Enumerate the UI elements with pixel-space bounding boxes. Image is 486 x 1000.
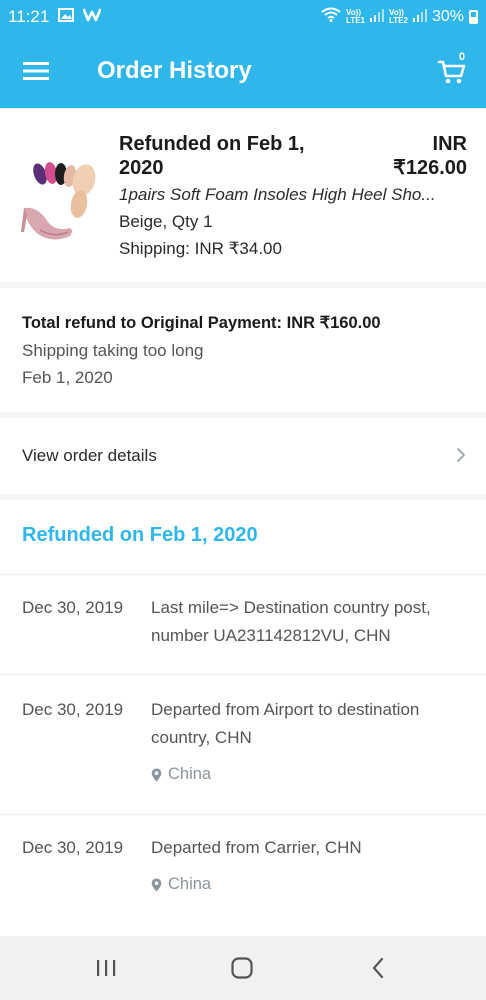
item-price: INR ₹126.00 <box>393 132 467 180</box>
divider <box>0 674 486 675</box>
tracking-event-date: Dec 30, 2019 <box>22 838 124 857</box>
refund-date: Feb 1, 2020 <box>22 368 113 387</box>
back-button[interactable] <box>364 956 392 980</box>
item-shipping: Shipping: INR ₹34.00 <box>119 239 282 258</box>
item-currency: INR <box>432 133 467 155</box>
cart-button[interactable]: 0 <box>432 51 472 91</box>
tracking-event-date: Dec 30, 2019 <box>22 700 124 719</box>
gallery-icon <box>58 7 75 27</box>
view-order-details-button[interactable]: View order details <box>0 418 486 494</box>
home-button[interactable] <box>228 956 256 980</box>
tracking-event-location: China <box>151 765 211 784</box>
chevron-right-icon <box>457 448 465 462</box>
item-header: Refunded on Feb 1, 2020 INR ₹126.00 <box>119 132 467 180</box>
divider <box>0 814 486 815</box>
divider <box>0 574 486 575</box>
tracking-event-location: China <box>151 875 211 894</box>
wish-app-icon <box>82 7 102 27</box>
battery-icon <box>469 10 478 24</box>
tracking-event-date: Dec 30, 2019 <box>22 598 124 617</box>
system-navigation-bar <box>0 936 486 1000</box>
hamburger-icon <box>23 62 49 80</box>
view-order-details-label: View order details <box>22 446 157 465</box>
location-pin-icon <box>151 878 162 891</box>
tracking-event-description: Departed from Carrier, CHN <box>151 838 362 857</box>
order-item-card[interactable]: Refunded on Feb 1, 2020 INR ₹126.00 1pai… <box>0 108 486 282</box>
item-name: 1pairs Soft Foam Insoles High Heel Sho..… <box>119 185 436 204</box>
status-bar: 11:21 Vo)) LTE1 Vo)) LTE2 30% <box>0 0 486 34</box>
item-amount: ₹126.00 <box>393 157 467 179</box>
back-icon <box>372 957 384 979</box>
wifi-icon <box>321 7 341 27</box>
location-pin-icon <box>151 768 162 781</box>
sim1-indicator: Vo)) LTE1 <box>346 8 365 25</box>
refund-total: Total refund to Original Payment: INR ₹1… <box>22 314 381 332</box>
refund-reason: Shipping taking too long <box>22 341 204 360</box>
home-icon <box>231 957 253 979</box>
product-image <box>18 160 98 246</box>
cart-count-badge: 0 <box>458 51 465 63</box>
item-variant: Beige, Qty 1 <box>119 212 213 231</box>
tracking-event-description: Departed from Airport to destination cou… <box>151 700 420 747</box>
sim2-indicator: Vo)) LTE2 <box>389 8 408 25</box>
item-status: Refunded on Feb 1, 2020 <box>119 133 305 179</box>
refund-summary-card: Total refund to Original Payment: INR ₹1… <box>0 288 486 412</box>
status-time: 11:21 <box>8 7 50 26</box>
tracking-heading: Refunded on Feb 1, 2020 <box>22 524 258 546</box>
menu-button[interactable] <box>0 34 72 108</box>
signal-icon <box>412 8 427 27</box>
signal-icon <box>370 8 384 27</box>
recent-apps-button[interactable] <box>92 956 120 980</box>
app-bar: Order History 0 <box>0 34 486 108</box>
page-title: Order History <box>97 57 252 84</box>
battery-percent: 30% <box>431 8 464 25</box>
tracking-event-description: Last mile=> Destination country post, nu… <box>151 598 431 645</box>
recent-apps-icon <box>97 960 116 976</box>
tracking-card: Refunded on Feb 1, 2020 Dec 30, 2019 Las… <box>0 500 486 936</box>
